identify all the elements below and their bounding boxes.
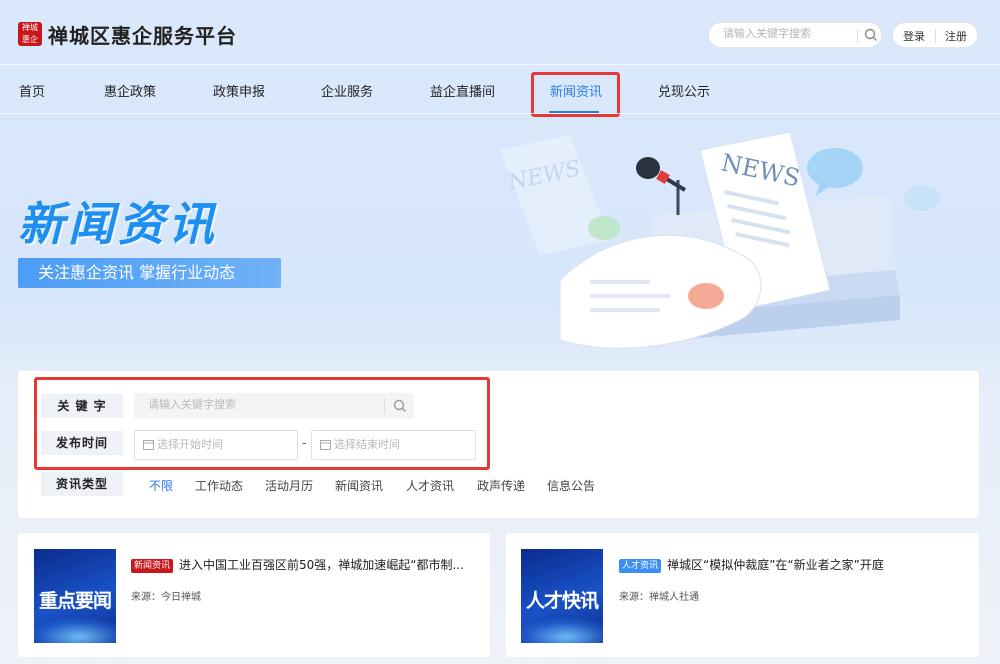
top-header: 禅城惠企 禅城区惠企服务平台 登录 注册 bbox=[0, 0, 1000, 64]
type-option-calendar[interactable]: 活动月历 bbox=[265, 477, 313, 494]
filter-highlight-box bbox=[34, 377, 490, 470]
news-source: 来源：今日禅城 bbox=[131, 592, 201, 603]
divider bbox=[0, 113, 1000, 114]
login-button[interactable]: 登录 bbox=[903, 28, 925, 44]
nav-item-publicity[interactable]: 兑现公示 bbox=[658, 81, 710, 100]
auth-group: 登录 注册 bbox=[892, 22, 978, 48]
type-option-politics[interactable]: 政声传递 bbox=[477, 477, 525, 494]
type-option-all[interactable]: 不限 bbox=[149, 477, 173, 494]
divider bbox=[857, 29, 858, 43]
category-badge: 人才资讯 bbox=[619, 559, 662, 573]
main-nav: 首页 惠企政策 政策申报 企业服务 益企直播间 新闻资讯 兑现公示 bbox=[0, 65, 1000, 113]
news-card[interactable]: 重点要闻 新闻资讯 进入中国工业百强区前50强，禅城加速崛起“都市制... 来源… bbox=[18, 533, 490, 657]
type-option-news[interactable]: 新闻资讯 bbox=[335, 477, 383, 494]
type-label: 资讯类型 bbox=[41, 472, 123, 496]
logo-icon[interactable]: 禅城 惠企 bbox=[18, 22, 42, 46]
news-card[interactable]: 人才快讯 人才资讯 禅城区“模拟仲裁庭”在“新业者之家”开庭 来源：禅城人社通 bbox=[506, 533, 979, 657]
news-source: 来源：禅城人社通 bbox=[619, 592, 699, 603]
thumbnail-title: 重点要闻 bbox=[38, 590, 112, 612]
thumbnail-title: 人才快讯 bbox=[525, 590, 599, 612]
banner-title: 新闻资讯 bbox=[18, 197, 218, 251]
header-search-input[interactable] bbox=[723, 27, 853, 40]
news-title[interactable]: 禅城区“模拟仲裁庭”在“新业者之家”开庭 bbox=[667, 556, 967, 573]
news-thumbnail[interactable]: 人才快讯 bbox=[521, 549, 603, 643]
news-thumbnail[interactable]: 重点要闻 bbox=[34, 549, 116, 643]
nav-highlight-box bbox=[531, 72, 620, 117]
news-illustration: NEWS NEWS bbox=[500, 131, 940, 349]
search-icon[interactable] bbox=[863, 27, 879, 43]
nav-item-policy[interactable]: 惠企政策 bbox=[104, 81, 156, 100]
site-title[interactable]: 禅城区惠企服务平台 bbox=[48, 20, 237, 49]
type-option-work[interactable]: 工作动态 bbox=[195, 477, 243, 494]
nav-item-apply[interactable]: 政策申报 bbox=[213, 81, 265, 100]
category-badge: 新闻资讯 bbox=[131, 559, 174, 573]
register-button[interactable]: 注册 bbox=[945, 28, 967, 44]
divider bbox=[935, 29, 936, 43]
nav-item-live[interactable]: 益企直播间 bbox=[430, 81, 495, 100]
nav-item-home[interactable]: 首页 bbox=[19, 81, 45, 100]
header-search bbox=[708, 22, 882, 48]
news-title[interactable]: 进入中国工业百强区前50强，禅城加速崛起“都市制... bbox=[179, 556, 479, 573]
nav-item-service[interactable]: 企业服务 bbox=[321, 81, 373, 100]
banner-subtitle: 关注惠企资讯 掌握行业动态 bbox=[18, 258, 281, 288]
type-option-talent[interactable]: 人才资讯 bbox=[406, 477, 454, 494]
type-option-notice[interactable]: 信息公告 bbox=[547, 477, 595, 494]
